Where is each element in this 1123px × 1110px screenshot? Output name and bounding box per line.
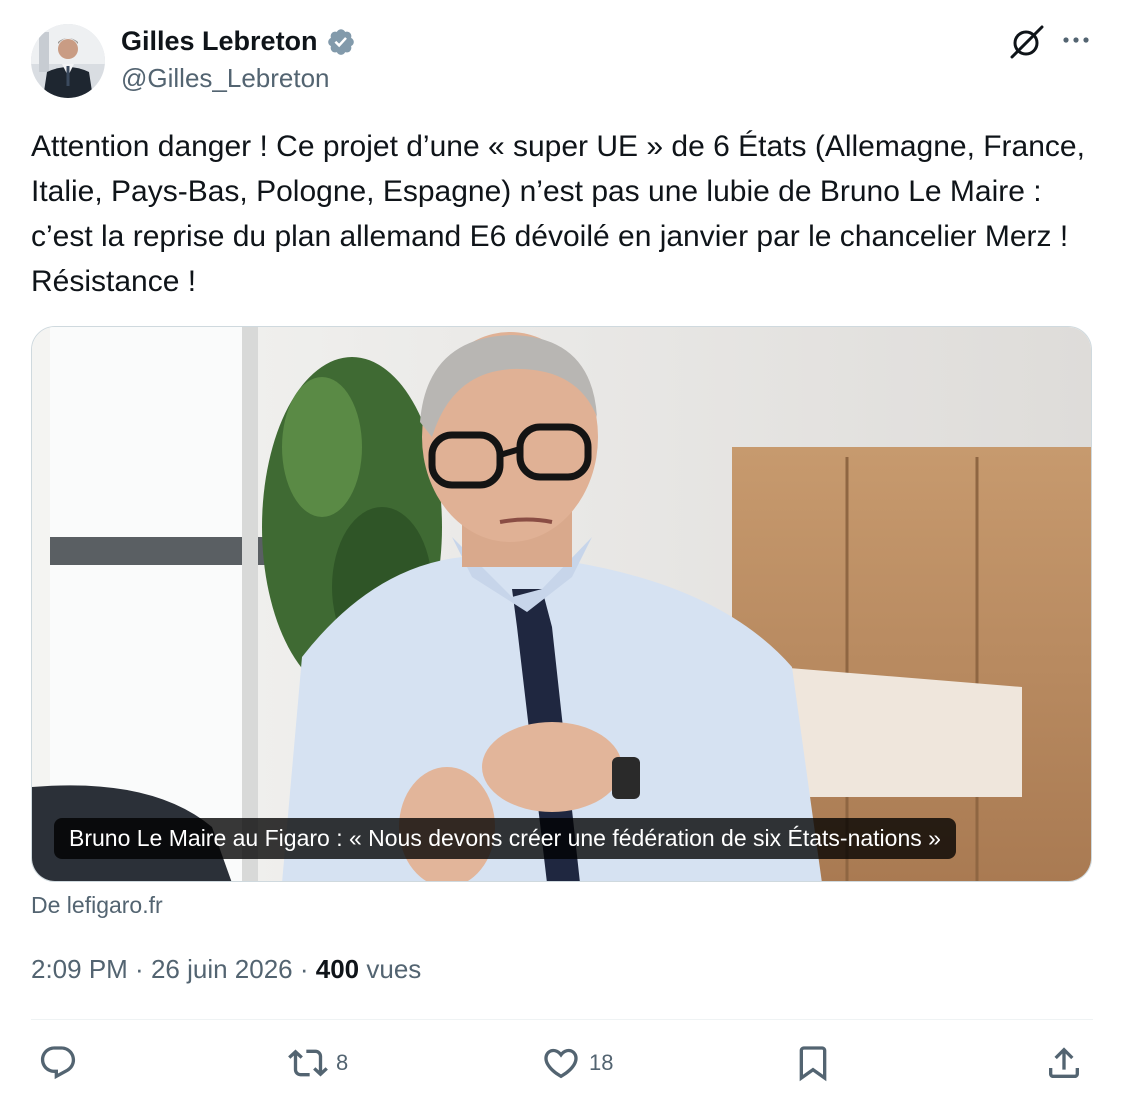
divider xyxy=(31,1019,1093,1020)
heart-icon xyxy=(544,1048,578,1079)
reply-icon xyxy=(40,1046,76,1080)
author-name[interactable]: Gilles Lebreton xyxy=(121,26,318,57)
card-source[interactable]: De lefigaro.fr xyxy=(31,892,163,919)
like-button[interactable]: 18 xyxy=(541,1043,613,1083)
bookmark-button[interactable] xyxy=(793,1043,833,1083)
tweet-meta: 2:09 PM · 26 juin 2026 · 400 vues xyxy=(31,954,421,985)
more-icon[interactable] xyxy=(1058,22,1094,58)
card-image xyxy=(32,327,1091,881)
tweet-time[interactable]: 2:09 PM xyxy=(31,954,128,984)
author-handle[interactable]: @Gilles_Lebreton xyxy=(121,63,330,94)
retweet-count: 8 xyxy=(336,1050,349,1075)
views-count[interactable]: 400 xyxy=(316,954,359,984)
reply-button[interactable] xyxy=(38,1043,78,1083)
link-card[interactable]: Bruno Le Maire au Figaro : « Nous devons… xyxy=(31,326,1092,882)
bookmark-icon xyxy=(799,1046,827,1082)
meta-separator: · xyxy=(127,954,151,984)
share-icon xyxy=(1049,1047,1079,1078)
verified-badge-icon[interactable] xyxy=(326,27,356,57)
tweet-text: Attention danger ! Ce projet d’une « sup… xyxy=(31,130,1085,298)
avatar[interactable] xyxy=(31,24,105,98)
tweet-date[interactable]: 26 juin 2026 xyxy=(151,954,293,984)
views-label[interactable]: vues xyxy=(366,954,421,984)
retweet-button[interactable]: 8 xyxy=(288,1043,348,1083)
grok-icon[interactable] xyxy=(1007,22,1047,62)
meta-separator: · xyxy=(292,954,316,984)
share-button[interactable] xyxy=(1044,1043,1084,1083)
retweet-icon xyxy=(288,1049,328,1077)
card-caption: Bruno Le Maire au Figaro : « Nous devons… xyxy=(54,818,956,859)
like-count: 18 xyxy=(589,1050,614,1075)
